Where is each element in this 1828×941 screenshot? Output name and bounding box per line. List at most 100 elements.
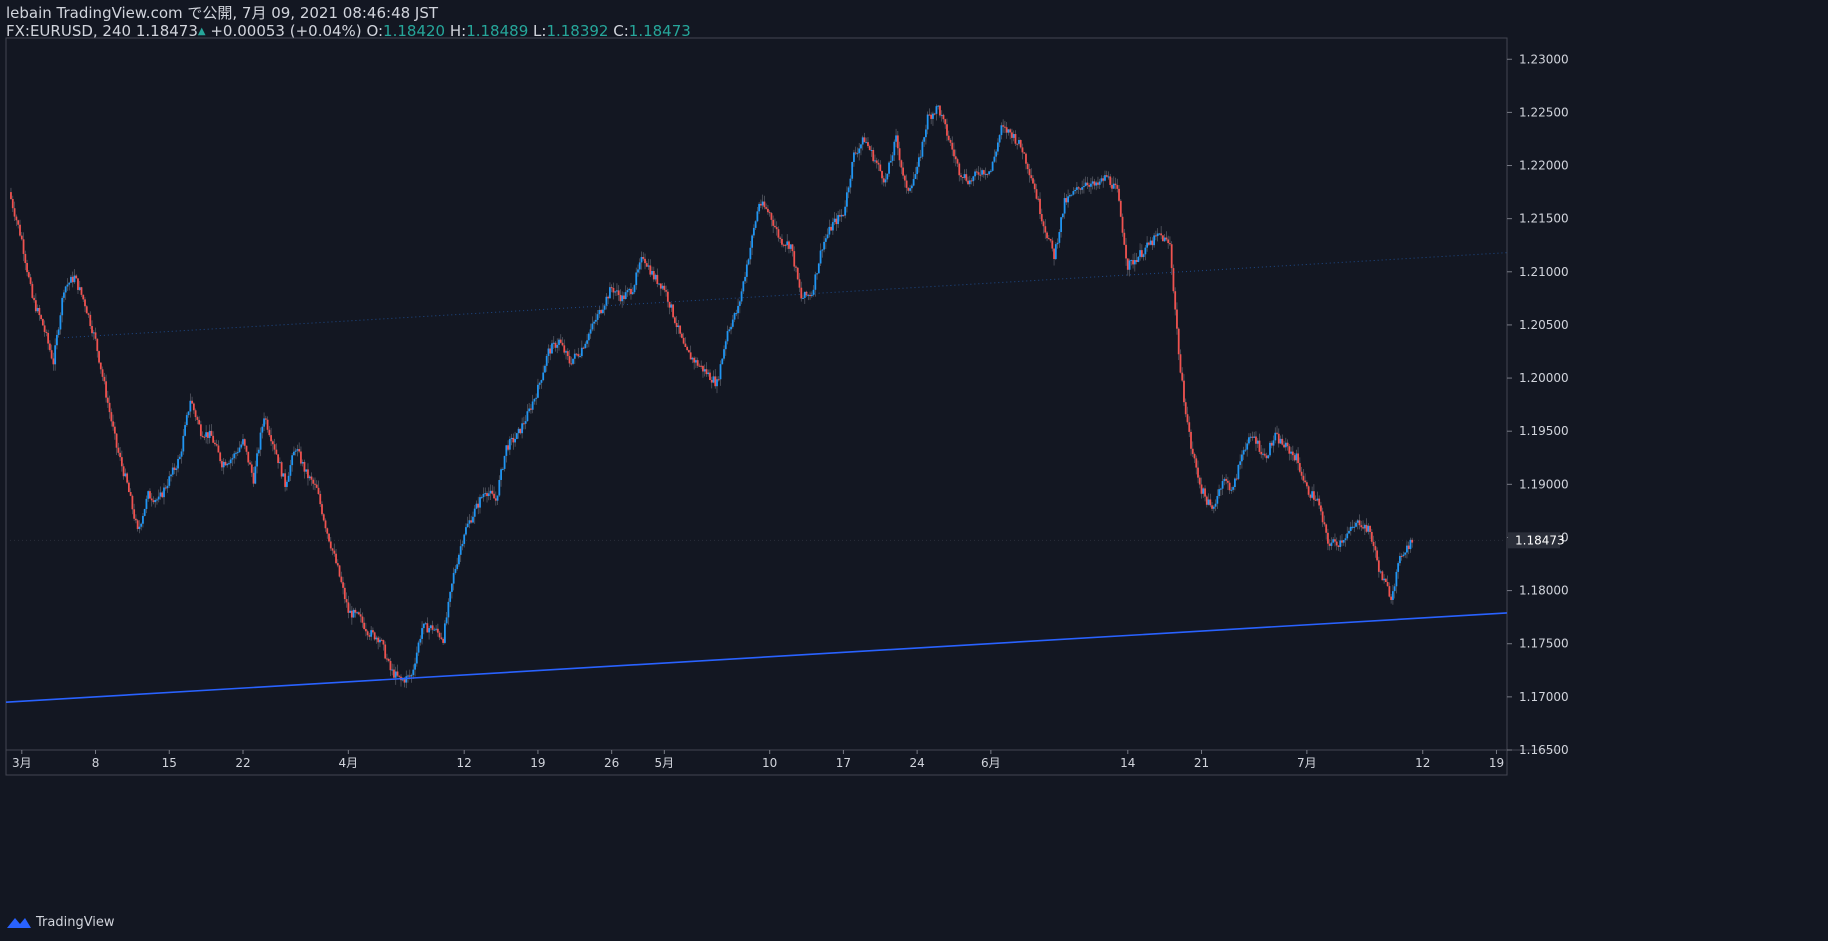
candle-down	[1411, 539, 1414, 543]
price-axis[interactable]: 1.23000 1.22500 1.22000 1.21500 1.21000 1.205…	[1507, 52, 1569, 757]
candle-down	[1167, 239, 1170, 244]
candle-down	[659, 283, 662, 289]
candle-up	[737, 305, 739, 314]
candle-down	[426, 623, 429, 633]
candle-up	[138, 526, 141, 529]
candle-up	[628, 288, 631, 291]
candle-down	[398, 675, 401, 677]
candle-down	[1228, 482, 1231, 491]
candle-down	[672, 304, 675, 318]
candle-down	[136, 520, 139, 529]
candle-up	[1284, 442, 1287, 448]
candle-up	[537, 384, 539, 398]
candle-up	[480, 497, 483, 499]
candle-down	[1327, 532, 1329, 544]
candle-down	[1162, 235, 1164, 242]
candle-down	[1298, 463, 1301, 472]
candle-up	[593, 321, 596, 324]
candle-down	[357, 612, 360, 615]
candle-up	[963, 174, 966, 178]
candle-up	[551, 343, 553, 354]
candle-down	[219, 452, 222, 462]
chart-border	[5, 37, 1508, 776]
candle-down	[566, 351, 569, 357]
candle-up	[847, 187, 850, 193]
candle-down	[772, 219, 775, 226]
candle-up	[1295, 453, 1298, 461]
candle-down	[317, 487, 320, 494]
candle-up	[1202, 488, 1205, 494]
candle-down	[788, 241, 790, 249]
candle-down	[1125, 244, 1127, 259]
candle-down	[1334, 539, 1336, 542]
candle-down	[71, 276, 74, 283]
candle-up	[596, 314, 599, 320]
candle-down	[96, 338, 99, 352]
candle-up	[803, 291, 806, 298]
candle-up	[988, 171, 991, 175]
candle-down	[366, 631, 369, 636]
candle-up	[849, 178, 852, 188]
price-tick-label: 1.20500	[1519, 318, 1569, 332]
candle-down	[315, 484, 318, 488]
candle-up	[229, 459, 232, 464]
candle-down	[961, 176, 964, 178]
candle-up	[1146, 242, 1149, 248]
candle-up	[733, 313, 736, 320]
candle-down	[210, 430, 213, 436]
candle-up	[807, 294, 810, 296]
candle-down	[1193, 453, 1196, 459]
candle-up	[981, 170, 983, 175]
candle-down	[768, 212, 771, 214]
candle-up	[712, 376, 715, 383]
candle-up	[1137, 256, 1140, 262]
candle-down	[1135, 259, 1138, 262]
candle-down	[52, 358, 55, 365]
candle-down	[1002, 125, 1005, 127]
candle-down	[354, 609, 357, 613]
candle-up	[503, 455, 506, 469]
candle-up	[254, 466, 257, 484]
candle-up	[1311, 491, 1314, 498]
candle-up	[443, 623, 446, 643]
candle-down	[512, 437, 515, 443]
candle-down	[1300, 471, 1303, 476]
candle-down	[1260, 451, 1263, 455]
candle-up	[1212, 506, 1215, 509]
price-tick-label: 1.18000	[1519, 584, 1569, 598]
candle-up	[654, 274, 657, 280]
candle-up	[1142, 254, 1145, 257]
candle-down	[975, 171, 978, 173]
candle-down	[214, 442, 216, 445]
time-axis[interactable]: 3月 8 15 22 4月 12 19 26 5月 10 17 24 6月 14 21 7月 12 19	[12, 750, 1504, 770]
candle-up	[749, 247, 752, 260]
candle-down	[1021, 147, 1024, 153]
candle-down	[26, 263, 28, 273]
candle-down	[396, 671, 399, 676]
candle-up	[305, 469, 308, 472]
candle-down	[199, 424, 202, 436]
dotted-trendline[interactable]	[63, 252, 1508, 339]
candle-up	[415, 652, 418, 664]
candle-up	[1274, 432, 1277, 441]
candle-down	[13, 208, 16, 217]
candle-up	[1091, 181, 1094, 184]
candle-up	[810, 294, 813, 297]
candle-up	[761, 201, 764, 206]
candle-up	[912, 179, 915, 186]
candle-down	[386, 658, 388, 660]
candle-up	[1130, 260, 1133, 262]
candle-up	[278, 462, 281, 464]
candle-down	[38, 307, 41, 316]
candle-up	[419, 638, 422, 643]
candle-down	[896, 135, 899, 149]
price-chart[interactable]: 1.23000 1.22500 1.22000 1.21500 1.21000 1.205…	[0, 0, 1828, 941]
candle-up	[68, 282, 71, 285]
candle-up	[154, 499, 157, 503]
support-trendline[interactable]	[5, 612, 1508, 703]
candle-up	[921, 141, 924, 157]
candle-up	[166, 485, 169, 489]
candle-up	[584, 343, 587, 349]
candle-down	[1337, 545, 1340, 547]
candle-down	[203, 436, 206, 438]
